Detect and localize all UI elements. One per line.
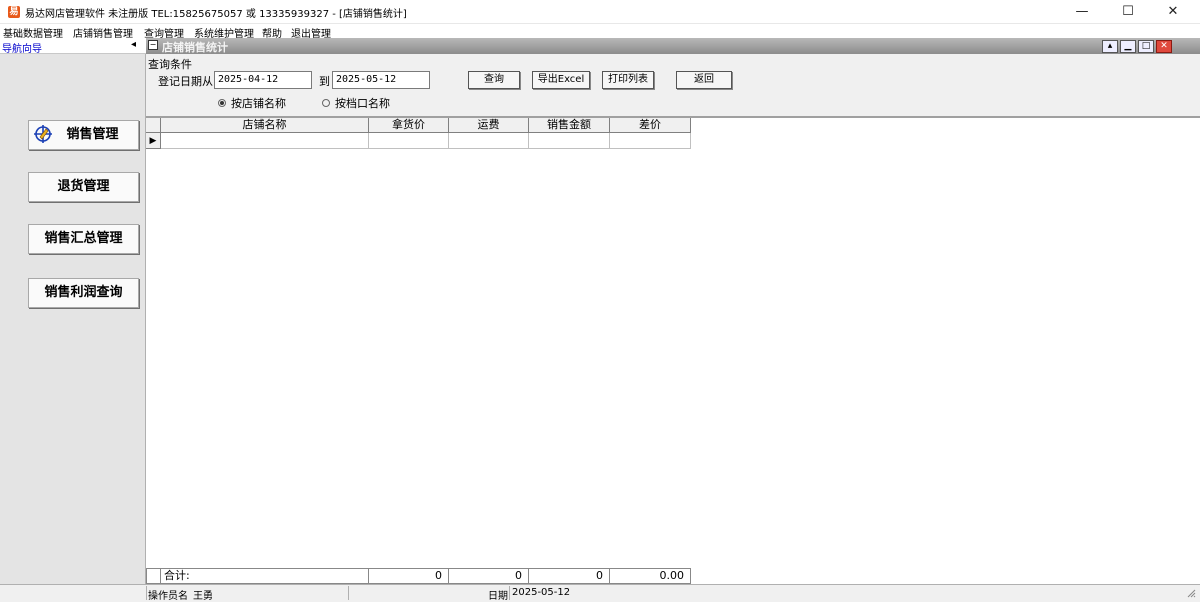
nav-sales-summary[interactable]: 销售汇总管理 bbox=[28, 224, 139, 254]
child-close-button[interactable]: ✕ bbox=[1156, 40, 1172, 53]
column-header-store-name[interactable]: 店铺名称 bbox=[161, 118, 369, 133]
print-list-button[interactable]: 打印列表 bbox=[602, 71, 654, 89]
table-cell[interactable] bbox=[161, 133, 369, 149]
date-from-label: 登记日期从 bbox=[158, 75, 213, 88]
app-logo-icon: 易 bbox=[8, 6, 20, 18]
data-grid[interactable]: 店铺名称 拿货价 运费 销售金额 差价 ▶ bbox=[146, 118, 1200, 586]
row-pointer-icon[interactable]: ▶ bbox=[146, 133, 161, 149]
window-title: 易达网店管理软件 未注册版 TEL:15825675057 或 13335939… bbox=[25, 9, 407, 20]
radio-stall-label: 按档口名称 bbox=[335, 97, 390, 110]
radio-by-stall[interactable]: 按档口名称 bbox=[322, 95, 390, 111]
nav-profit-query[interactable]: 销售利润查询 bbox=[28, 278, 139, 308]
child-maximize-button[interactable]: □ bbox=[1138, 40, 1154, 53]
total-cost: 0 bbox=[369, 568, 449, 584]
current-date: 2025-05-12 bbox=[512, 587, 571, 598]
child-window-title: 店铺销售统计 bbox=[162, 41, 228, 54]
status-divider bbox=[509, 586, 510, 600]
nav-profit-label: 销售利润查询 bbox=[44, 285, 123, 300]
window-menu-icon[interactable]: − bbox=[148, 40, 158, 50]
table-cell[interactable] bbox=[369, 133, 449, 149]
radio-store-label: 按店铺名称 bbox=[231, 97, 286, 110]
date-to-label: 到 bbox=[319, 75, 330, 88]
minimize-button[interactable]: — bbox=[1059, 0, 1105, 24]
nav-sales-label: 销售管理 bbox=[66, 127, 119, 142]
radio-unchecked-icon bbox=[322, 99, 330, 107]
nav-header-label: 导航向导 bbox=[2, 44, 42, 55]
table-cell[interactable] bbox=[449, 133, 529, 149]
export-excel-button[interactable]: 导出Excel bbox=[532, 71, 590, 89]
query-button[interactable]: 查询 bbox=[468, 71, 520, 89]
grid-corner bbox=[146, 118, 161, 133]
maximize-button[interactable]: ☐ bbox=[1105, 0, 1151, 24]
total-shipping: 0 bbox=[449, 568, 529, 584]
collapse-arrow-icon[interactable]: ◂ bbox=[131, 39, 136, 50]
sales-cursor-icon bbox=[34, 125, 52, 143]
query-group-label: 查询条件 bbox=[148, 58, 192, 71]
child-window-titlebar: − 店铺销售统计 ▴ ▁ □ ✕ bbox=[146, 38, 1200, 54]
date-to-field[interactable]: 2025-05-12 bbox=[332, 71, 430, 89]
status-divider bbox=[348, 586, 349, 600]
total-sales-amount: 0 bbox=[529, 568, 610, 584]
close-button[interactable]: ✕ bbox=[1150, 0, 1196, 24]
table-cell[interactable] bbox=[529, 133, 610, 149]
column-header-margin[interactable]: 差价 bbox=[610, 118, 691, 133]
child-minimize-button[interactable]: ▁ bbox=[1120, 40, 1136, 53]
totals-corner bbox=[146, 568, 161, 584]
radio-checked-icon bbox=[218, 99, 226, 107]
column-header-sales-amount[interactable]: 销售金额 bbox=[529, 118, 610, 133]
nav-header: 导航向导 ◂ bbox=[0, 38, 146, 55]
menu-bar: 基础数据管理 店铺销售管理 查询管理 系统维护管理 帮助 退出管理 bbox=[0, 24, 1200, 40]
totals-row: 合计: 0 0 0 0.00 bbox=[146, 568, 1200, 584]
query-panel: 查询条件 登记日期从 2025-04-12 到 2025-05-12 查询 导出… bbox=[146, 54, 1200, 118]
nav-returns-management[interactable]: 退货管理 bbox=[28, 172, 139, 202]
column-header-shipping[interactable]: 运费 bbox=[449, 118, 529, 133]
window-titlebar: 易 易达网店管理软件 未注册版 TEL:15825675057 或 133359… bbox=[0, 0, 1200, 24]
date-from-field[interactable]: 2025-04-12 bbox=[214, 71, 312, 89]
status-bar: 操作员名 王勇 日期 2025-05-12 bbox=[0, 584, 1200, 602]
table-cell[interactable] bbox=[610, 133, 691, 149]
child-restore-button[interactable]: ▴ bbox=[1102, 40, 1118, 53]
nav-sales-management[interactable]: 销售管理 bbox=[28, 120, 139, 150]
total-margin: 0.00 bbox=[610, 568, 691, 584]
back-button[interactable]: 返回 bbox=[676, 71, 732, 89]
nav-returns-label: 退货管理 bbox=[57, 179, 110, 194]
status-divider bbox=[146, 586, 147, 600]
totals-label: 合计: bbox=[161, 568, 369, 584]
nav-panel: 销售管理 退货管理 销售汇总管理 销售利润查询 bbox=[0, 54, 146, 600]
nav-summary-label: 销售汇总管理 bbox=[44, 231, 123, 246]
resize-grip-icon[interactable] bbox=[1186, 588, 1196, 598]
column-header-cost[interactable]: 拿货价 bbox=[369, 118, 449, 133]
radio-by-store[interactable]: 按店铺名称 bbox=[218, 95, 286, 111]
